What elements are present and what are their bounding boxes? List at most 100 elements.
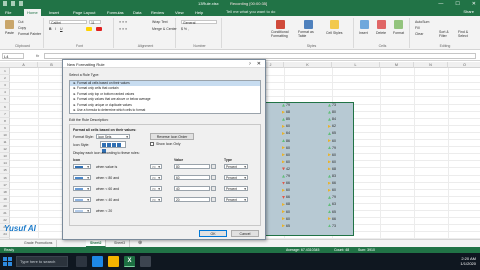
add-sheet-icon[interactable]: ⊕ xyxy=(134,240,146,247)
cell-value[interactable]: 73 xyxy=(328,103,336,107)
file-explorer-icon[interactable] xyxy=(108,256,119,267)
windows-start-icon[interactable] xyxy=(3,257,12,266)
range-picker-icon[interactable] xyxy=(211,164,216,169)
cell-value[interactable]: 60 xyxy=(328,139,336,143)
delete-cells-icon[interactable] xyxy=(377,20,386,29)
row-header[interactable]: 21 xyxy=(0,210,10,217)
close-button[interactable]: ✕ xyxy=(472,1,476,7)
row-header[interactable]: 4 xyxy=(0,89,10,97)
format-cells-icon[interactable] xyxy=(394,20,403,29)
cell-value[interactable]: 60 xyxy=(328,153,336,157)
icon-dropdown[interactable] xyxy=(73,197,91,202)
cell-value[interactable]: 60 xyxy=(328,188,336,192)
row-header[interactable]: 5 xyxy=(0,96,10,104)
cell-value[interactable]: 63 xyxy=(328,202,336,206)
sheet-tab-sheet3[interactable]: Sheet3 xyxy=(110,240,131,247)
cell-value[interactable]: 65 xyxy=(282,224,290,228)
cell-value[interactable]: 60 xyxy=(282,210,290,214)
row-header[interactable]: 8 xyxy=(0,118,10,125)
cell-value[interactable]: 86 xyxy=(282,139,290,143)
clear-button[interactable]: Clear xyxy=(415,32,423,36)
row-header[interactable]: 10 xyxy=(0,132,10,139)
cell-value[interactable]: 79 xyxy=(282,174,290,178)
type-dropdown[interactable]: Percent xyxy=(224,164,248,169)
merge-center-button[interactable]: Merge & Center xyxy=(152,27,177,31)
row-header[interactable]: 6 xyxy=(0,104,10,111)
find-select-button[interactable]: Find & Select xyxy=(458,30,476,38)
taskbar-clock[interactable]: 2:20 AM 1/1/2020 xyxy=(460,256,476,266)
icon-dropdown[interactable] xyxy=(73,164,91,169)
row-header[interactable]: 15 xyxy=(0,167,10,175)
format-cells-button[interactable]: Format xyxy=(393,31,404,35)
wrap-text-button[interactable]: Wrap Text xyxy=(152,20,168,24)
range-picker-icon[interactable] xyxy=(211,197,216,202)
cell-value[interactable]: 79 xyxy=(282,103,290,107)
row-header[interactable]: 13 xyxy=(0,153,10,161)
rule-value-input[interactable]: 60 xyxy=(174,175,210,180)
sort-filter-button[interactable]: Sort & Filter xyxy=(439,30,455,38)
cell-value[interactable]: 66 xyxy=(282,181,290,185)
rule-type-list[interactable]: ► Format all cells based on their values… xyxy=(69,80,261,114)
icon-dropdown[interactable] xyxy=(73,208,91,213)
cell-value[interactable]: 83 xyxy=(328,174,336,178)
tab-formulas[interactable]: Formulas xyxy=(104,9,127,16)
tab-page-layout[interactable]: Page Layout xyxy=(70,9,98,16)
cut-button[interactable]: Cut xyxy=(18,20,23,24)
taskbar-search[interactable]: Type here to search xyxy=(16,256,68,267)
name-box[interactable]: L4 xyxy=(2,53,24,59)
row-header[interactable]: 3 xyxy=(0,82,10,90)
tab-view[interactable]: View xyxy=(172,9,187,16)
rule-value-input[interactable]: 20 xyxy=(174,197,210,202)
column-header[interactable]: K xyxy=(284,62,332,68)
row-header[interactable]: 19 xyxy=(0,196,10,203)
selected-range[interactable] xyxy=(258,102,354,236)
align-icons[interactable]: ≡ ≡ ≡ xyxy=(119,20,127,24)
operator-dropdown[interactable]: >= xyxy=(150,186,162,191)
icon-dropdown[interactable] xyxy=(73,186,91,191)
format-as-table-icon[interactable] xyxy=(304,20,313,29)
align-icons-2[interactable]: ≡ ≡ ≡ xyxy=(119,27,127,31)
tab-file[interactable]: File xyxy=(2,9,14,16)
cell-value[interactable]: 60 xyxy=(282,146,290,150)
cell-value[interactable]: 80 xyxy=(328,110,336,114)
type-dropdown[interactable]: Percent xyxy=(224,186,248,191)
cell-value[interactable]: 68 xyxy=(282,202,290,206)
tab-review[interactable]: Review xyxy=(148,9,167,16)
autosum-button[interactable]: AutoSum xyxy=(415,20,429,24)
row-header[interactable]: 18 xyxy=(0,189,10,196)
cell-value[interactable]: 60 xyxy=(328,160,336,164)
fx-icon[interactable]: fx xyxy=(36,53,39,58)
cell-value[interactable]: 68 xyxy=(328,167,336,171)
format-style-dropdown[interactable]: Icon Sets xyxy=(96,134,130,139)
format-painter-button[interactable]: Format Painter xyxy=(18,32,41,36)
italic-icon[interactable]: I xyxy=(55,27,56,31)
reverse-icon-order-button[interactable]: Reverse Icon Order xyxy=(150,133,194,140)
cell-value[interactable]: 79 xyxy=(328,146,336,150)
cell-value[interactable]: 73 xyxy=(328,224,336,228)
row-header[interactable]: 16 xyxy=(0,175,10,182)
cell-value[interactable]: 60 xyxy=(282,160,290,164)
type-dropdown[interactable]: Percent xyxy=(224,175,248,180)
icon-dropdown[interactable] xyxy=(73,175,91,180)
font-color-icon[interactable] xyxy=(96,27,102,31)
font-name-box[interactable]: Calibri xyxy=(49,20,87,25)
fill-color-icon[interactable] xyxy=(86,27,92,31)
insert-cells-button[interactable]: Insert xyxy=(359,31,368,35)
row-header[interactable]: 14 xyxy=(0,160,10,168)
column-header[interactable]: N xyxy=(414,62,448,68)
rule-value-input[interactable]: 40 xyxy=(174,186,210,191)
operator-dropdown[interactable]: >= xyxy=(150,175,162,180)
help-icon[interactable]: ? xyxy=(249,61,251,66)
cancel-button[interactable]: Cancel xyxy=(231,230,259,237)
tell-me-box[interactable]: Tell me what you want to do xyxy=(226,9,275,14)
cell-value[interactable]: 60 xyxy=(282,124,290,128)
ok-button[interactable]: OK xyxy=(199,230,227,237)
fill-button[interactable]: Fill xyxy=(415,26,419,30)
icon-style-dropdown[interactable] xyxy=(100,141,126,153)
rule-value-input[interactable]: 80 xyxy=(174,164,210,169)
type-dropdown[interactable]: Percent xyxy=(224,197,248,202)
tab-home[interactable]: Home xyxy=(24,9,41,16)
dialog-close-icon[interactable]: ✕ xyxy=(257,61,261,67)
delete-cells-button[interactable]: Delete xyxy=(376,31,386,35)
redo-icon[interactable] xyxy=(19,1,23,6)
